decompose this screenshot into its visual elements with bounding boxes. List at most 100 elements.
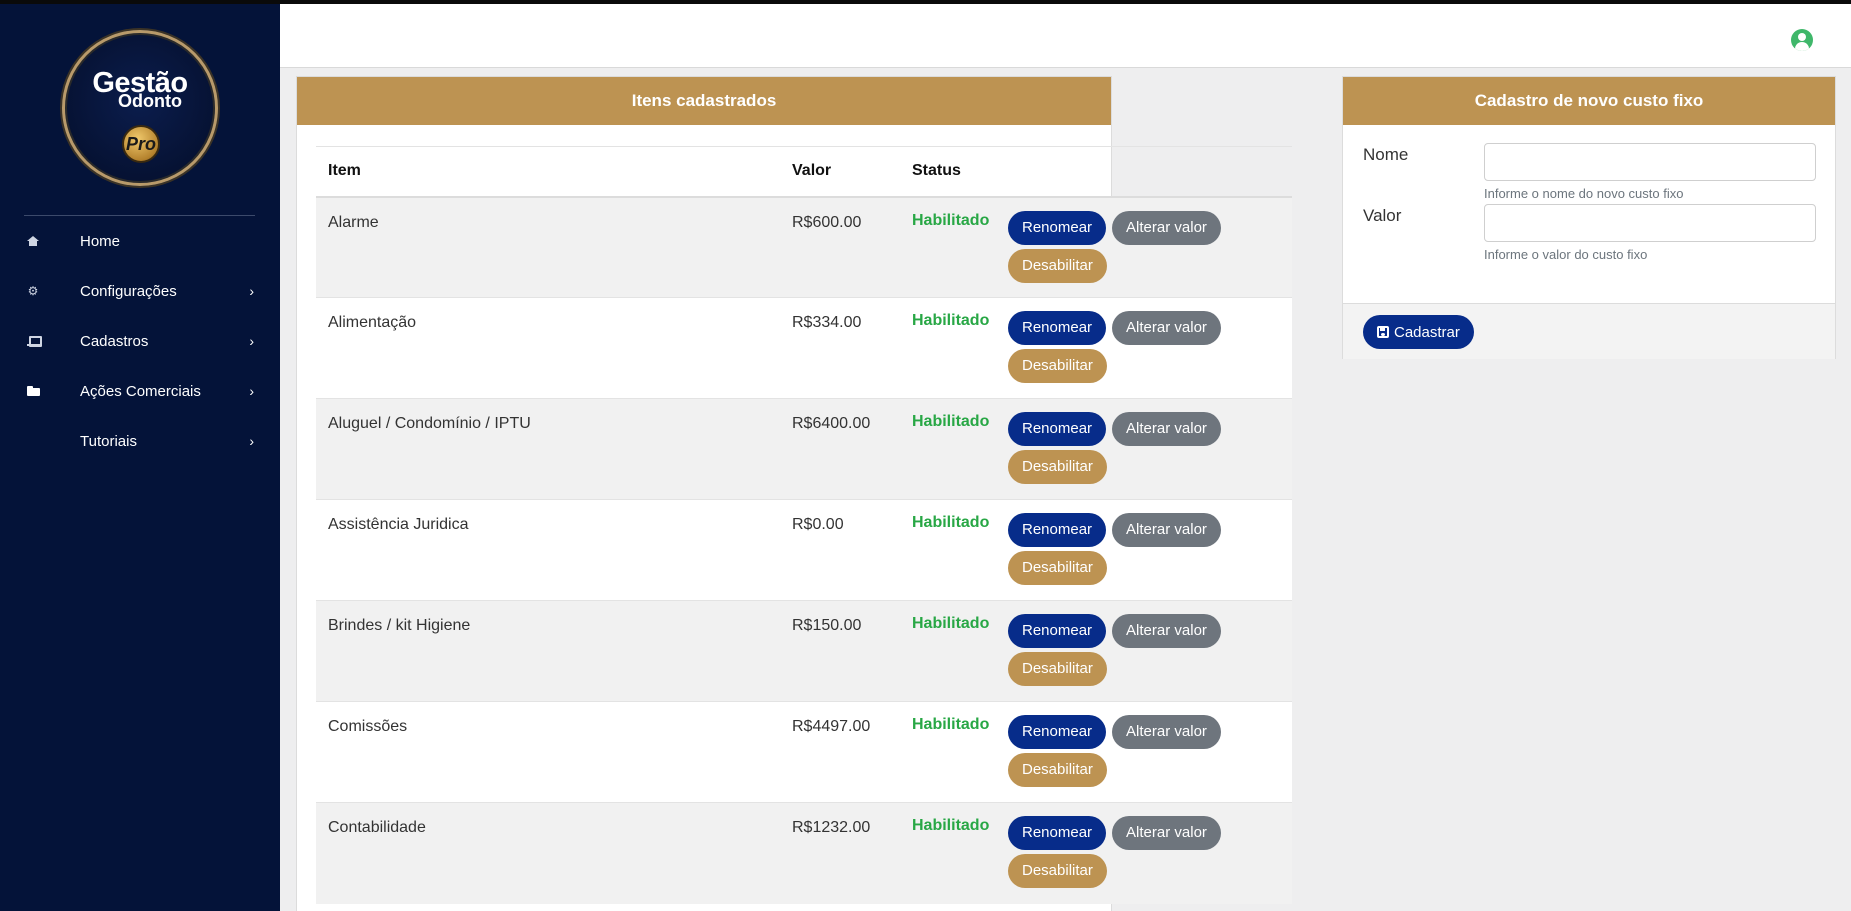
column-header-status: Status (900, 146, 1008, 198)
sidebar-item-home[interactable]: Home (0, 216, 280, 266)
sidebar-menu: Home ⚙ Configurações › Cadastros › Ações… (0, 216, 280, 466)
rename-button[interactable]: Renomear (1008, 513, 1107, 547)
table-row: Contabilidade R$1232.00 Habilitado Renomear… (316, 802, 1292, 904)
form-body: Nome Informe o nome do novo custo fixo V… (1343, 125, 1835, 308)
laptop-icon (26, 334, 42, 348)
sidebar-item-label: Configurações (80, 282, 177, 300)
item-name-cell: Alarme (316, 196, 780, 298)
row-actions: Renomear Alterar valor Desabilitar (1008, 499, 1292, 601)
item-name-cell: Assistência Juridica (316, 499, 780, 601)
rename-button[interactable]: Renomear (1008, 715, 1107, 749)
rename-button[interactable]: Renomear (1008, 816, 1107, 850)
disable-button[interactable]: Desabilitar (1008, 652, 1107, 686)
rename-button[interactable]: Renomear (1008, 210, 1107, 245)
floppy-disk-icon (1377, 326, 1389, 338)
folder-icon (26, 384, 40, 398)
status-badge: Habilitado (900, 196, 1008, 298)
disable-button[interactable]: Desabilitar (1008, 349, 1107, 383)
item-value-cell: R$0.00 (780, 499, 900, 601)
sidebar-item-label: Cadastros (80, 332, 149, 350)
chevron-right-icon: › (249, 383, 254, 399)
change-value-button[interactable]: Alterar valor (1112, 715, 1221, 749)
change-value-button[interactable]: Alterar valor (1112, 513, 1221, 547)
name-field[interactable] (1484, 143, 1816, 181)
row-actions: Renomear Alterar valor Desabilitar (1008, 297, 1292, 399)
sidebar-item-tutoriais[interactable]: Tutoriais › (0, 416, 280, 466)
items-table: Item Valor Status Alarme R$600.00 Habilita… (316, 146, 1292, 904)
item-value-cell: R$6400.00 (780, 398, 900, 500)
item-value-cell: R$334.00 (780, 297, 900, 399)
item-name-cell: Comissões (316, 701, 780, 803)
chevron-right-icon: › (249, 433, 254, 449)
submit-button[interactable]: Cadastrar (1363, 315, 1474, 349)
logo-subtitle: Odonto (118, 91, 182, 111)
change-value-button[interactable]: Alterar valor (1112, 311, 1221, 345)
table-body: Alarme R$600.00 Habilitado Renomear Alterar … (316, 196, 1292, 904)
table-row: Alimentação R$334.00 Habilitado Renomear Alt… (316, 297, 1292, 399)
sidebar-item-acoes-comerciais[interactable]: Ações Comerciais › (0, 366, 280, 416)
table-row: Assistência Juridica R$0.00 Habilitado Reno… (316, 499, 1292, 601)
table-row: Alarme R$600.00 Habilitado Renomear Alterar … (316, 196, 1292, 298)
column-header-item: Item (316, 146, 780, 198)
disable-button[interactable]: Desabilitar (1008, 854, 1107, 888)
change-value-button[interactable]: Alterar valor (1112, 412, 1221, 446)
chevron-right-icon: › (249, 283, 254, 299)
item-value-cell: R$4497.00 (780, 701, 900, 803)
row-actions: Renomear Alterar valor Desabilitar (1008, 802, 1292, 904)
item-name-cell: Alimentação (316, 297, 780, 399)
status-badge: Habilitado (900, 398, 1008, 500)
sidebar-item-configuracoes[interactable]: ⚙ Configurações › (0, 266, 280, 316)
form-footer: Cadastrar (1343, 303, 1835, 359)
gear-icon: ⚙ (27, 284, 39, 298)
logo-badge: Pro (122, 125, 160, 163)
change-value-button[interactable]: Alterar valor (1112, 816, 1221, 850)
row-actions: Renomear Alterar valor Desabilitar (1008, 398, 1292, 500)
rename-button[interactable]: Renomear (1008, 311, 1107, 345)
table-row: Comissões R$4497.00 Habilitado Renomear Alte… (316, 701, 1292, 803)
row-actions: Renomear Alterar valor Desabilitar (1008, 600, 1292, 702)
status-badge: Habilitado (900, 499, 1008, 601)
app-logo[interactable]: Gestão Odonto Pro (62, 30, 218, 186)
form-card-title: Cadastro de novo custo fixo (1343, 77, 1835, 125)
sidebar: Gestão Odonto Pro Home ⚙ Configurações ›… (0, 0, 280, 911)
name-label: Nome (1363, 145, 1409, 164)
rename-button[interactable]: Renomear (1008, 614, 1107, 648)
top-strip (0, 0, 1851, 4)
sidebar-item-label: Ações Comerciais (80, 382, 201, 400)
disable-button[interactable]: Desabilitar (1008, 551, 1107, 585)
home-icon (26, 234, 40, 248)
change-value-button[interactable]: Alterar valor (1112, 210, 1221, 245)
disable-button[interactable]: Desabilitar (1008, 753, 1107, 787)
sidebar-item-label: Home (80, 232, 121, 250)
table-row: Aluguel / Condomínio / IPTU R$6400.00 Habi… (316, 398, 1292, 500)
status-badge: Habilitado (900, 297, 1008, 399)
item-name-cell: Brindes / kit Higiene (316, 600, 780, 702)
status-badge: Habilitado (900, 802, 1008, 904)
top-header (280, 4, 1851, 68)
value-field[interactable] (1484, 204, 1816, 242)
item-value-cell: R$600.00 (780, 196, 900, 298)
column-header-actions (1008, 146, 1292, 198)
items-card: Itens cadastrados Item Valor Status Alar… (296, 76, 1292, 911)
item-value-cell: R$1232.00 (780, 802, 900, 904)
item-name-cell: Contabilidade (316, 802, 780, 904)
row-actions: Renomear Alterar valor Desabilitar (1008, 196, 1292, 298)
submit-button-label: Cadastrar (1394, 323, 1460, 341)
disable-button[interactable]: Desabilitar (1008, 450, 1107, 484)
status-badge: Habilitado (900, 600, 1008, 702)
items-card-title: Itens cadastrados (297, 77, 1111, 125)
rename-button[interactable]: Renomear (1008, 412, 1107, 446)
change-value-button[interactable]: Alterar valor (1112, 614, 1221, 648)
item-value-cell: R$150.00 (780, 600, 900, 702)
value-label: Valor (1363, 206, 1402, 225)
table-row: Brindes / kit Higiene R$150.00 Habilitado R… (316, 600, 1292, 702)
user-circle-icon[interactable] (1791, 29, 1813, 51)
sidebar-item-label: Tutoriais (80, 432, 137, 450)
status-badge: Habilitado (900, 701, 1008, 803)
table-header-row: Item Valor Status (316, 146, 1292, 198)
disable-button[interactable]: Desabilitar (1008, 248, 1107, 283)
new-fixed-cost-card: Cadastro de novo custo fixo Nome Informe… (1342, 76, 1836, 359)
item-name-cell: Aluguel / Condomínio / IPTU (316, 398, 780, 500)
name-help-text: Informe o nome do novo custo fixo (1484, 186, 1684, 201)
sidebar-item-cadastros[interactable]: Cadastros › (0, 316, 280, 366)
